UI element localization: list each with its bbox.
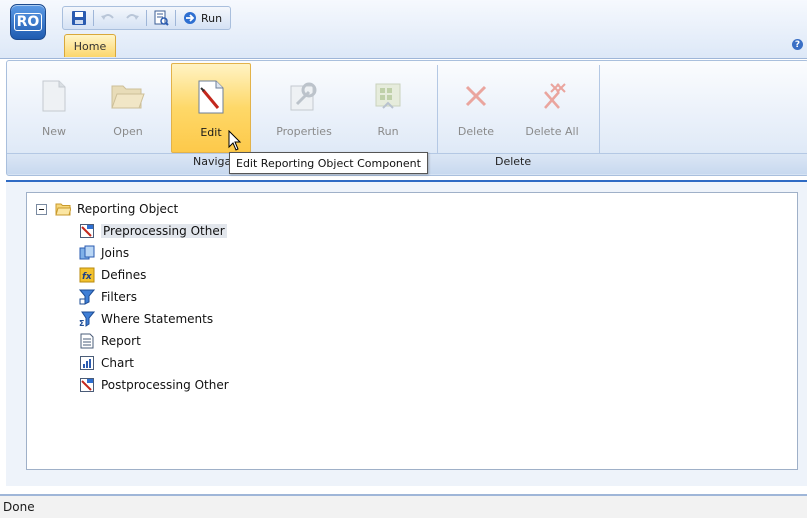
defines-icon: fx bbox=[79, 267, 95, 283]
tree-item-preprocessing-other[interactable]: Preprocessing Other bbox=[79, 221, 227, 241]
open-label: Open bbox=[113, 125, 143, 138]
tree-item-where-statements[interactable]: Σ Where Statements bbox=[79, 309, 213, 329]
run-arrow-icon bbox=[184, 12, 196, 24]
folder-icon bbox=[55, 201, 71, 217]
redo-icon[interactable] bbox=[122, 9, 142, 27]
svg-text:fx: fx bbox=[82, 272, 93, 282]
content-area: Reporting Object Preprocessing Other Joi… bbox=[6, 180, 807, 486]
svg-text:Σ: Σ bbox=[79, 319, 84, 327]
properties-label: Properties bbox=[276, 125, 332, 138]
qat-run-label: Run bbox=[201, 11, 223, 25]
edit-document-icon bbox=[194, 80, 228, 114]
collapse-icon[interactable] bbox=[33, 201, 49, 217]
qat-separator bbox=[146, 10, 147, 26]
tree-item-filters[interactable]: Filters bbox=[79, 287, 137, 307]
title-bar: RO Run Home ? bbox=[0, 0, 807, 59]
tree-item-label: Chart bbox=[101, 356, 134, 370]
postprocessing-icon bbox=[79, 377, 95, 393]
tree-root-label: Reporting Object bbox=[77, 202, 179, 216]
tree-root[interactable]: Reporting Object bbox=[33, 199, 178, 219]
status-text: Done bbox=[3, 500, 35, 514]
help-icon[interactable]: ? bbox=[792, 39, 803, 50]
run-label: Run bbox=[377, 125, 399, 138]
delete-all-button[interactable]: Delete All bbox=[517, 63, 587, 151]
tree-item-label: Joins bbox=[101, 246, 130, 260]
report-icon bbox=[79, 333, 95, 349]
tree-item-label: Report bbox=[101, 334, 141, 348]
tree-item-label: Preprocessing Other bbox=[101, 224, 227, 238]
tree-item-defines[interactable]: fx Defines bbox=[79, 265, 146, 285]
tab-home[interactable]: Home bbox=[64, 34, 116, 57]
open-button[interactable]: Open bbox=[99, 63, 157, 151]
tree-item-label: Where Statements bbox=[101, 312, 214, 326]
delete-all-icon bbox=[535, 79, 569, 113]
app-logo-text: RO bbox=[13, 13, 43, 31]
tree-item-label: Postprocessing Other bbox=[101, 378, 229, 392]
group-label-navigation: Naviga bbox=[193, 155, 232, 168]
joins-icon bbox=[79, 245, 95, 261]
qat-run-button[interactable]: Run bbox=[180, 11, 224, 25]
delete-all-label: Delete All bbox=[525, 125, 579, 138]
tree-item-chart[interactable]: Chart bbox=[79, 353, 134, 373]
new-button[interactable]: New bbox=[25, 63, 83, 151]
run-button[interactable]: Run bbox=[359, 63, 417, 151]
new-label: New bbox=[42, 125, 66, 138]
open-folder-icon bbox=[111, 79, 145, 113]
save-icon[interactable] bbox=[69, 9, 89, 27]
where-statements-icon: Σ bbox=[79, 311, 95, 327]
new-icon bbox=[37, 79, 71, 113]
qat-separator bbox=[175, 10, 176, 26]
tree-item-report[interactable]: Report bbox=[79, 331, 141, 351]
mouse-cursor-icon bbox=[228, 130, 242, 151]
tree-item-label: Defines bbox=[101, 268, 147, 282]
tree-item-postprocessing-other[interactable]: Postprocessing Other bbox=[79, 375, 229, 395]
tree-item-joins[interactable]: Joins bbox=[79, 243, 129, 263]
undo-icon[interactable] bbox=[98, 9, 118, 27]
tree-item-label: Filters bbox=[101, 290, 137, 304]
delete-x-icon bbox=[459, 79, 493, 113]
run-icon bbox=[371, 79, 405, 113]
chart-icon bbox=[79, 355, 95, 371]
group-label-delete: Delete bbox=[495, 155, 532, 168]
preview-icon[interactable] bbox=[151, 9, 171, 27]
preprocessing-icon bbox=[79, 223, 95, 239]
tree-panel: Reporting Object Preprocessing Other Joi… bbox=[26, 192, 798, 470]
delete-button[interactable]: Delete bbox=[447, 63, 505, 151]
filters-icon bbox=[79, 289, 95, 305]
delete-label: Delete bbox=[457, 125, 495, 138]
tooltip: Edit Reporting Object Component bbox=[229, 152, 428, 174]
properties-button[interactable]: Properties bbox=[267, 63, 341, 151]
quick-access-toolbar: Run bbox=[62, 6, 232, 30]
status-bar: Done bbox=[0, 494, 807, 518]
qat-separator bbox=[93, 10, 94, 26]
edit-label: Edit bbox=[200, 126, 222, 139]
properties-icon bbox=[287, 79, 321, 113]
app-logo[interactable]: RO bbox=[10, 4, 46, 40]
